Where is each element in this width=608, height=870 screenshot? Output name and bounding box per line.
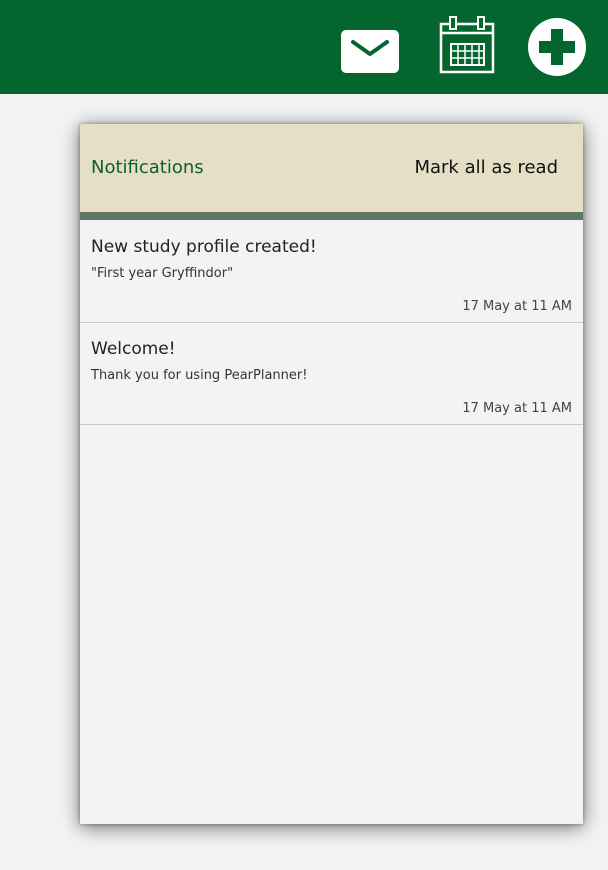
notification-body: "First year Gryffindor" [91, 266, 234, 281]
notification-item[interactable]: New study profile created! "First year G… [80, 221, 583, 323]
notification-timestamp: 17 May at 11 AM [462, 299, 572, 314]
top-bar [0, 0, 608, 94]
mark-all-read-button[interactable]: Mark all as read [414, 157, 558, 178]
calendar-icon[interactable] [439, 16, 495, 74]
header-divider [80, 212, 583, 220]
notifications-panel: Notifications Mark all as read New study… [80, 124, 583, 824]
notification-title: New study profile created! [91, 237, 317, 257]
notification-title: Welcome! [91, 339, 176, 359]
notifications-title: Notifications [91, 157, 204, 178]
notification-body: Thank you for using PearPlanner! [91, 368, 308, 383]
notifications-header: Notifications Mark all as read [80, 124, 583, 212]
notification-timestamp: 17 May at 11 AM [462, 401, 572, 416]
add-icon[interactable] [528, 18, 586, 76]
mail-icon[interactable] [341, 30, 399, 73]
notification-item[interactable]: Welcome! Thank you for using PearPlanner… [80, 323, 583, 425]
